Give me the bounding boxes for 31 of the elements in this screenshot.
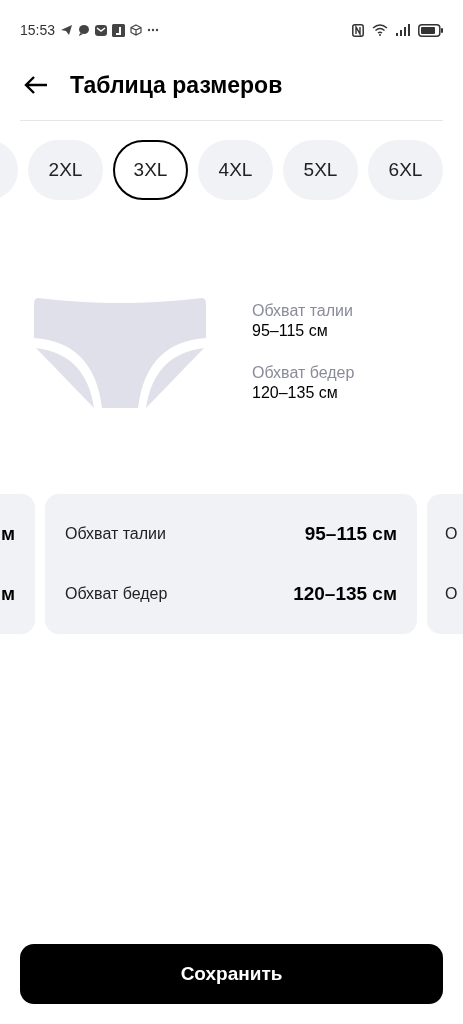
size-chip[interactable]: 3XL (113, 140, 188, 200)
app-icon (112, 23, 126, 37)
card-label: Обхват бедер (65, 585, 168, 603)
card-value: 120–135 см (293, 583, 397, 605)
page-title: Таблица размеров (70, 71, 283, 99)
box-icon (130, 24, 143, 36)
size-chip[interactable]: 2XL (28, 140, 103, 200)
status-time: 15:53 (20, 22, 56, 38)
mail-icon (95, 24, 108, 36)
card-label: О (445, 585, 458, 603)
battery-icon (418, 23, 443, 37)
card-label: О (445, 525, 458, 543)
measurement-value: 95–115 см (252, 322, 329, 340)
measurement-label: Обхват бедер (252, 364, 355, 382)
size-chip[interactable]: 5XL (283, 140, 358, 200)
measurement-label: Обхват талии (252, 302, 354, 320)
chat-icon (78, 24, 91, 36)
size-chip[interactable]: 6XL (368, 140, 443, 200)
measurement-value: 120–135 см (252, 384, 339, 402)
card-value: м (0, 523, 15, 545)
card-value: м (0, 583, 15, 605)
more-icon (147, 28, 160, 32)
wifi-icon (372, 24, 388, 36)
send-icon (60, 24, 74, 36)
card-value: 95–115 см (304, 523, 397, 545)
signal-icon (396, 24, 410, 36)
card-label: Обхват талии (65, 525, 166, 543)
back-arrow-icon[interactable] (24, 75, 48, 95)
save-button[interactable]: Сохранить (20, 944, 443, 1004)
nfc-icon (352, 23, 364, 37)
size-chip[interactable]: 4XL (198, 140, 273, 200)
